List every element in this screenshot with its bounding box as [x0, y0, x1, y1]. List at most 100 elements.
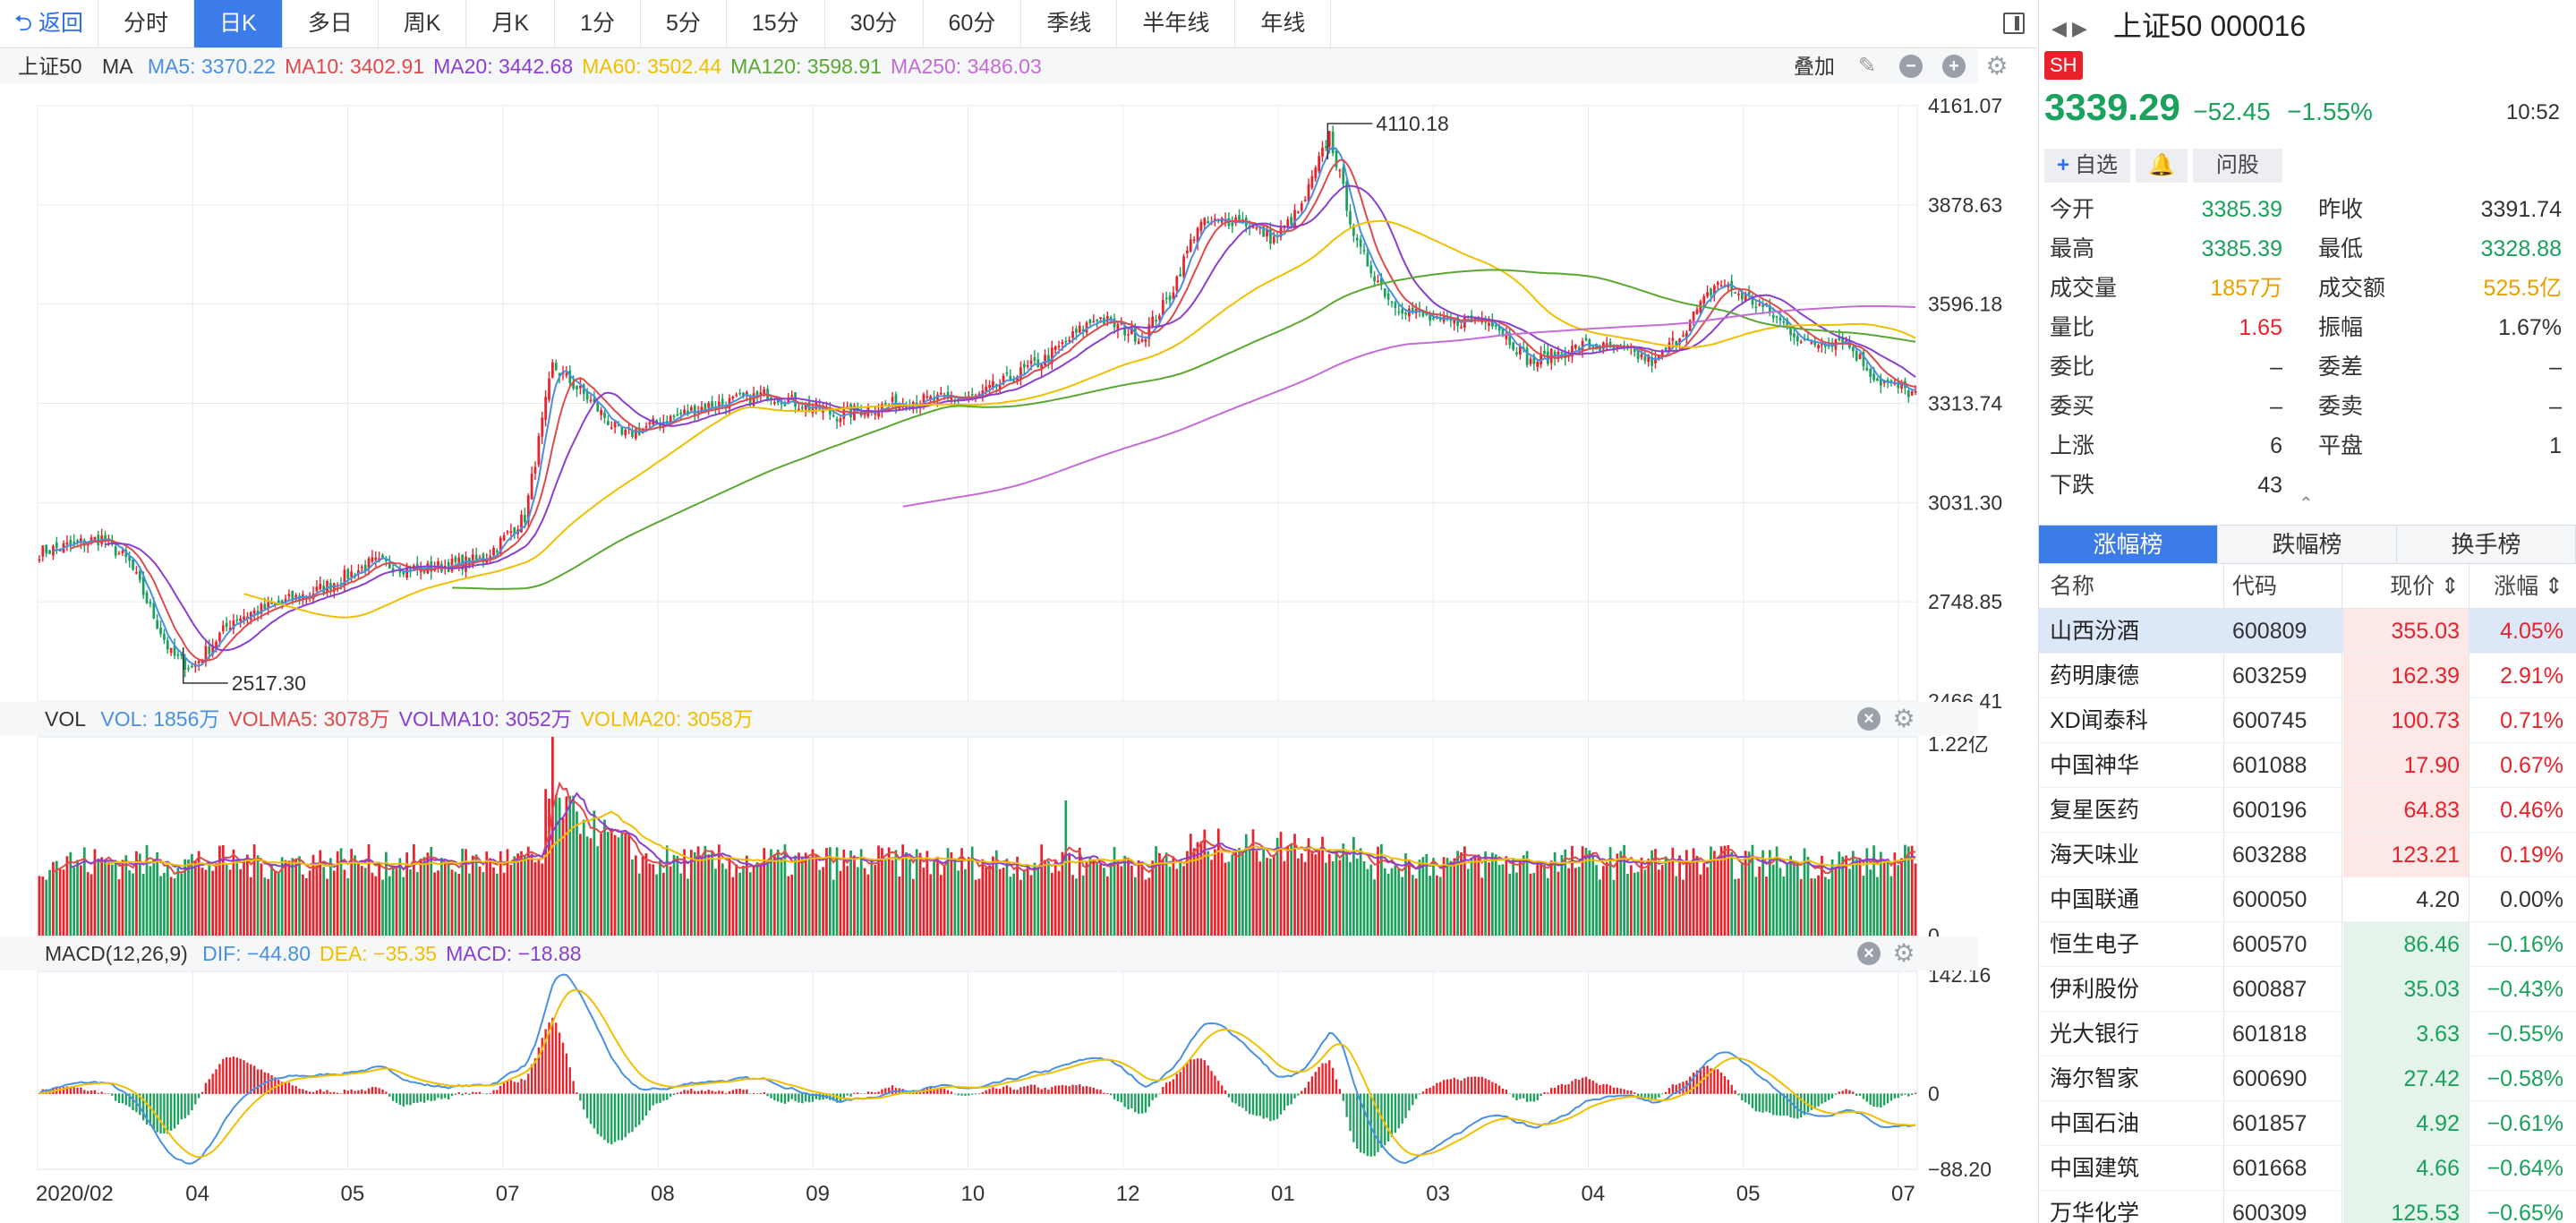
- macd-bar: [874, 1092, 876, 1094]
- ranking-tab[interactable]: 换手榜: [2397, 526, 2576, 563]
- vol-close-icon[interactable]: ×: [1857, 707, 1881, 731]
- vol-bar: [1834, 867, 1838, 936]
- period-tab[interactable]: 半年线: [1117, 0, 1236, 47]
- candle-body: [1186, 250, 1189, 253]
- period-tab[interactable]: 60分: [924, 0, 1022, 47]
- col-name[interactable]: 名称: [2050, 564, 2094, 609]
- macd-settings-icon[interactable]: ⚙: [1892, 941, 1915, 966]
- pencil-icon[interactable]: ✎: [1855, 55, 1879, 78]
- macd-bar: [1366, 1093, 1369, 1157]
- macd-bar: [1238, 1093, 1241, 1107]
- alert-button[interactable]: 🔔: [2136, 149, 2188, 183]
- macd-bar: [1612, 1087, 1616, 1094]
- macd-bar: [1778, 1093, 1782, 1116]
- prev-next-icon[interactable]: ◀ ▶: [2051, 3, 2087, 55]
- zoom-out-icon[interactable]: −: [1899, 55, 1923, 78]
- table-row[interactable]: 中国建筑 601668 4.66 −0.64%: [2039, 1146, 2576, 1191]
- macd-bar: [1442, 1080, 1446, 1094]
- table-row[interactable]: 中国神华 601088 17.90 0.67%: [2039, 743, 2576, 788]
- period-tab[interactable]: 季线: [1021, 0, 1118, 47]
- table-row[interactable]: 海天味业 603288 123.21 0.19%: [2039, 833, 2576, 877]
- macd-close-icon[interactable]: ×: [1857, 942, 1881, 965]
- macd-bar: [308, 1091, 311, 1094]
- macd-bar: [881, 1089, 883, 1094]
- macd-bar: [1841, 1090, 1844, 1094]
- macd-bar: [388, 1093, 391, 1097]
- vol-bar: [607, 832, 610, 936]
- macd-bar: [354, 1090, 356, 1094]
- vol-bar: [1740, 862, 1744, 936]
- candle-body: [1168, 295, 1172, 301]
- macd-bar: [343, 1090, 346, 1094]
- macd-bar: [1540, 1093, 1542, 1097]
- macd-bar: [585, 1093, 589, 1118]
- macd-bar: [1525, 1093, 1529, 1102]
- candle-body: [1758, 304, 1761, 306]
- vol-bar: [964, 868, 967, 936]
- ranking-tab[interactable]: 涨幅榜: [2039, 526, 2218, 563]
- kline-chart[interactable]: 4161.07 3878.63 3596.18 3313.74 3031.30 2748.…: [0, 49, 2037, 1223]
- overlay-button[interactable]: 叠加: [1794, 49, 1835, 83]
- vol-bar: [953, 859, 957, 936]
- candle-body: [1529, 358, 1532, 364]
- col-pct[interactable]: 涨幅 ⇕: [2469, 564, 2576, 609]
- ask-button[interactable]: 问股: [2192, 149, 2282, 183]
- macd-bar: [1085, 1086, 1088, 1094]
- macd-bar: [1186, 1062, 1189, 1094]
- macd-bar: [988, 1089, 991, 1094]
- col-code[interactable]: 代码: [2232, 564, 2277, 609]
- table-row[interactable]: 山西汾酒 600809 355.03 4.05%: [2039, 609, 2576, 654]
- x-tick: 2020/02: [36, 1182, 114, 1206]
- cell-pct: −0.16%: [2486, 932, 2564, 957]
- table-row[interactable]: 海尔智家 600690 27.42 −0.58%: [2039, 1056, 2576, 1101]
- vol-bar: [502, 872, 506, 936]
- macd-bar: [766, 1093, 769, 1097]
- period-tab[interactable]: 周K: [379, 0, 467, 47]
- table-row[interactable]: 万华化学 600309 125.53 −0.65%: [2039, 1191, 2576, 1223]
- legend-value: MA20: 3442.68: [433, 55, 574, 78]
- col-price[interactable]: 现价 ⇕: [2343, 564, 2469, 609]
- macd-bar: [999, 1089, 1002, 1094]
- ranking-tab[interactable]: 跌幅榜: [2218, 526, 2397, 563]
- vol-bar: [1591, 855, 1595, 936]
- vol-bar: [811, 849, 815, 936]
- period-tab[interactable]: 1分: [555, 0, 641, 47]
- zoom-in-icon[interactable]: +: [1942, 55, 1966, 78]
- panel-toggle-icon[interactable]: [2003, 13, 2025, 34]
- macd-bar: [1390, 1093, 1394, 1137]
- macd-bar: [1110, 1093, 1113, 1096]
- period-tab[interactable]: 日K: [194, 0, 283, 47]
- table-row[interactable]: 恒生电子 600570 86.46 −0.16%: [2039, 922, 2576, 967]
- table-row[interactable]: 光大银行 601818 3.63 −0.55%: [2039, 1012, 2576, 1056]
- period-tab[interactable]: 15分: [727, 0, 825, 47]
- period-tab[interactable]: 30分: [825, 0, 924, 47]
- add-watchlist-button[interactable]: + 自选: [2044, 149, 2131, 183]
- macd-bar: [73, 1087, 75, 1094]
- macd-bar: [1155, 1093, 1157, 1098]
- vol-settings-icon[interactable]: ⚙: [1892, 706, 1915, 731]
- vol-bar: [1092, 860, 1096, 936]
- period-tab[interactable]: 5分: [641, 0, 727, 47]
- table-row[interactable]: 伊利股份 600887 35.03 −0.43%: [2039, 967, 2576, 1012]
- table-row[interactable]: 药明康德 603259 162.39 2.91%: [2039, 654, 2576, 698]
- macd-bar: [1599, 1085, 1601, 1094]
- period-tab[interactable]: 年线: [1235, 0, 1332, 47]
- period-tab[interactable]: 月K: [466, 0, 556, 47]
- macd-bar: [489, 1092, 491, 1094]
- period-tab[interactable]: 分时: [98, 0, 194, 47]
- table-row[interactable]: 复星医药 600196 64.83 0.46%: [2039, 788, 2576, 833]
- table-row[interactable]: XD闻泰科 600745 100.73 0.71%: [2039, 698, 2576, 743]
- vol-bar: [1695, 855, 1699, 936]
- table-row[interactable]: 中国联通 600050 4.20 0.00%: [2039, 877, 2576, 922]
- macd-bar: [679, 1091, 682, 1094]
- macd-bar: [1619, 1088, 1622, 1094]
- back-button[interactable]: ⮌ 返回: [0, 0, 98, 47]
- settings-icon[interactable]: ⚙: [1985, 54, 2009, 79]
- collapse-icon[interactable]: ⌃: [2299, 492, 2314, 515]
- period-tab[interactable]: 多日: [283, 0, 379, 47]
- vol-bar: [1536, 861, 1540, 936]
- table-row[interactable]: 中国石油 601857 4.92 −0.61%: [2039, 1101, 2576, 1146]
- candle-body: [166, 640, 169, 650]
- macd-bar: [1869, 1093, 1872, 1105]
- stat-row: 今开 3385.39 昨收 3391.74: [2039, 190, 2576, 229]
